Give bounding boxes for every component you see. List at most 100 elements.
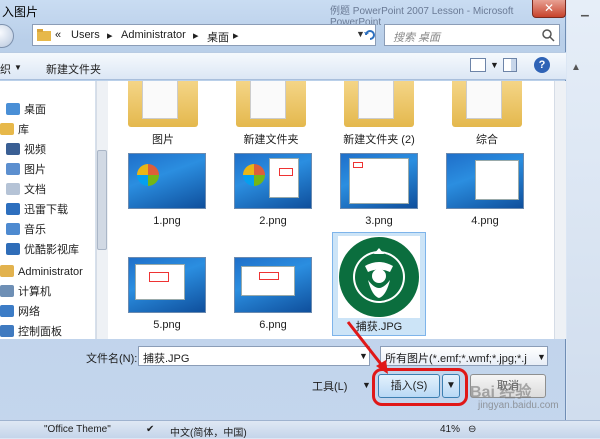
breadcrumb-separator-icon: ▸	[107, 30, 113, 42]
view-dropdown-icon[interactable]: ▼	[490, 60, 499, 70]
nav-item-control-panel[interactable]: 控制面板	[0, 323, 62, 339]
folder-icon	[37, 29, 51, 44]
nav-item-youku[interactable]: 优酷影视库	[6, 241, 79, 259]
nav-item-label: 计算机	[18, 286, 51, 298]
music-icon	[6, 223, 20, 235]
insert-picture-dialog: 入图片 例题 PowerPoint 2007 Lesson - Microsof…	[0, 0, 566, 438]
nav-scrollbar-thumb[interactable]	[97, 150, 107, 250]
picture-icon	[6, 163, 20, 175]
nav-item-label: 视频	[24, 144, 46, 156]
watermark-url: jingyan.baidu.com	[478, 400, 559, 411]
folder-pictures[interactable]	[128, 81, 198, 127]
filetype-dropdown-icon[interactable]: ▼	[537, 352, 546, 362]
command-toolbar: 织 ▼ 新建文件夹 ▼ ?	[0, 52, 566, 80]
organize-dropdown-icon[interactable]: ▼	[14, 63, 22, 72]
nav-item-computer[interactable]: 计算机	[0, 283, 51, 301]
search-placeholder: 搜索 桌面	[393, 32, 441, 44]
video-icon	[6, 143, 20, 155]
image-thumbnail-5[interactable]	[128, 257, 206, 313]
control-panel-icon	[0, 325, 14, 337]
breadcrumb-separator-icon: ▸	[193, 30, 199, 42]
dialog-title: 入图片	[2, 5, 39, 19]
nav-item-label: 优酷影视库	[24, 244, 79, 256]
navigation-pane: 桌面 库 视频 图片 文档 迅雷下载 音乐 优酷影视库 Administrato…	[0, 81, 96, 339]
user-icon	[0, 265, 14, 277]
nav-item-network[interactable]: 网络	[0, 303, 40, 321]
search-input[interactable]: 搜索 桌面	[384, 24, 560, 46]
nav-item-pictures[interactable]: 图片	[6, 161, 46, 179]
filename-label: 文件名(N):	[86, 353, 138, 365]
nav-item-documents[interactable]: 文档	[6, 181, 46, 199]
breadcrumb-administrator[interactable]: Administrator	[121, 29, 186, 41]
starbucks-logo-image[interactable]	[338, 236, 420, 318]
download-icon	[6, 203, 20, 215]
search-icon	[541, 28, 555, 45]
nav-item-label: 文档	[24, 184, 46, 196]
nav-item-video[interactable]: 视频	[6, 141, 46, 159]
file-scrollbar[interactable]	[554, 81, 566, 339]
breadcrumb-prefix[interactable]: «	[55, 29, 61, 41]
tools-dropdown-icon[interactable]: ▼	[362, 380, 371, 390]
image-thumbnail-1[interactable]	[128, 153, 206, 209]
nav-item-label: 音乐	[24, 224, 46, 236]
image-thumbnail-2[interactable]	[234, 153, 312, 209]
close-button[interactable]: ✕	[532, 0, 566, 18]
watermark-text: Bai 经验	[470, 384, 532, 401]
new-folder-button[interactable]: 新建文件夹	[46, 61, 101, 77]
dialog-titlebar: 入图片 例题 PowerPoint 2007 Lesson - Microsof…	[0, 0, 566, 28]
nav-item-library[interactable]: 库	[0, 121, 29, 139]
zoom-level[interactable]: 41%	[440, 424, 460, 435]
image-thumbnail-6[interactable]	[234, 257, 312, 313]
expand-icon[interactable]: ▲	[571, 62, 581, 73]
folder-composite[interactable]	[452, 81, 522, 127]
powerpoint-status-bar: "Office Theme" ✔ 中文(简体，中国) 41% ⊖	[0, 420, 600, 439]
view-icon[interactable]	[470, 58, 486, 72]
nav-item-music[interactable]: 音乐	[6, 221, 46, 239]
address-bar[interactable]: « Users ▸ Administrator ▸ 桌面 ▸	[32, 24, 376, 46]
computer-icon	[0, 285, 14, 297]
nav-item-label: 迅雷下载	[24, 204, 68, 216]
theme-status: "Office Theme"	[44, 424, 111, 435]
arrow-annotation	[340, 318, 400, 378]
folder-label: 新建文件夹	[243, 134, 299, 146]
preview-pane-icon[interactable]	[503, 58, 517, 72]
breadcrumb-users[interactable]: Users	[71, 29, 100, 41]
folder-new-folder[interactable]	[236, 81, 306, 127]
organize-button[interactable]: 织	[0, 61, 11, 77]
file-label: 5.png	[153, 319, 181, 331]
network-icon	[0, 305, 14, 317]
desktop-icon	[6, 103, 20, 115]
breadcrumb-desktop[interactable]: 桌面	[207, 29, 229, 45]
language-status: 中文(简体，中国)	[170, 428, 247, 439]
address-dropdown-icon[interactable]: ▼	[356, 29, 365, 39]
filename-input[interactable]: 捕获.JPG ▼	[138, 346, 370, 366]
nav-item-label: 桌面	[24, 104, 46, 116]
image-thumbnail-4[interactable]	[446, 153, 524, 209]
nav-item-label: 图片	[24, 164, 46, 176]
minimize-icon[interactable]: ▁	[581, 6, 589, 17]
nav-item-desktop[interactable]: 桌面	[6, 101, 46, 119]
tools-button[interactable]: 工具(L)	[312, 378, 347, 394]
file-label: 2.png	[259, 215, 287, 227]
help-icon[interactable]: ?	[534, 57, 550, 73]
filename-value: 捕获.JPG	[143, 353, 190, 365]
nav-item-label: Administrator	[18, 266, 83, 278]
filetype-select[interactable]: 所有图片(*.emf;*.wmf;*.jpg;*.j ▼	[380, 346, 548, 366]
back-button[interactable]	[0, 24, 14, 48]
nav-item-administrator[interactable]: Administrator	[0, 263, 83, 281]
powerpoint-window-edge: ▁ ▲	[567, 0, 600, 438]
nav-item-label: 网络	[18, 306, 40, 318]
image-thumbnail-3[interactable]	[340, 153, 418, 209]
library-icon	[0, 123, 14, 135]
file-label: 3.png	[365, 215, 393, 227]
zoom-out-icon[interactable]: ⊖	[468, 424, 476, 435]
folder-new-folder-2[interactable]	[344, 81, 414, 127]
nav-item-thunder-download[interactable]: 迅雷下载	[6, 201, 68, 219]
filetype-value: 所有图片(*.emf;*.wmf;*.jpg;*.j	[385, 353, 527, 365]
breadcrumb-separator-icon: ▸	[233, 30, 239, 42]
youku-icon	[6, 243, 20, 255]
close-icon: ✕	[543, 1, 555, 15]
spellcheck-icon[interactable]: ✔	[146, 424, 154, 435]
nav-item-label: 库	[18, 124, 29, 136]
file-label: 1.png	[153, 215, 181, 227]
